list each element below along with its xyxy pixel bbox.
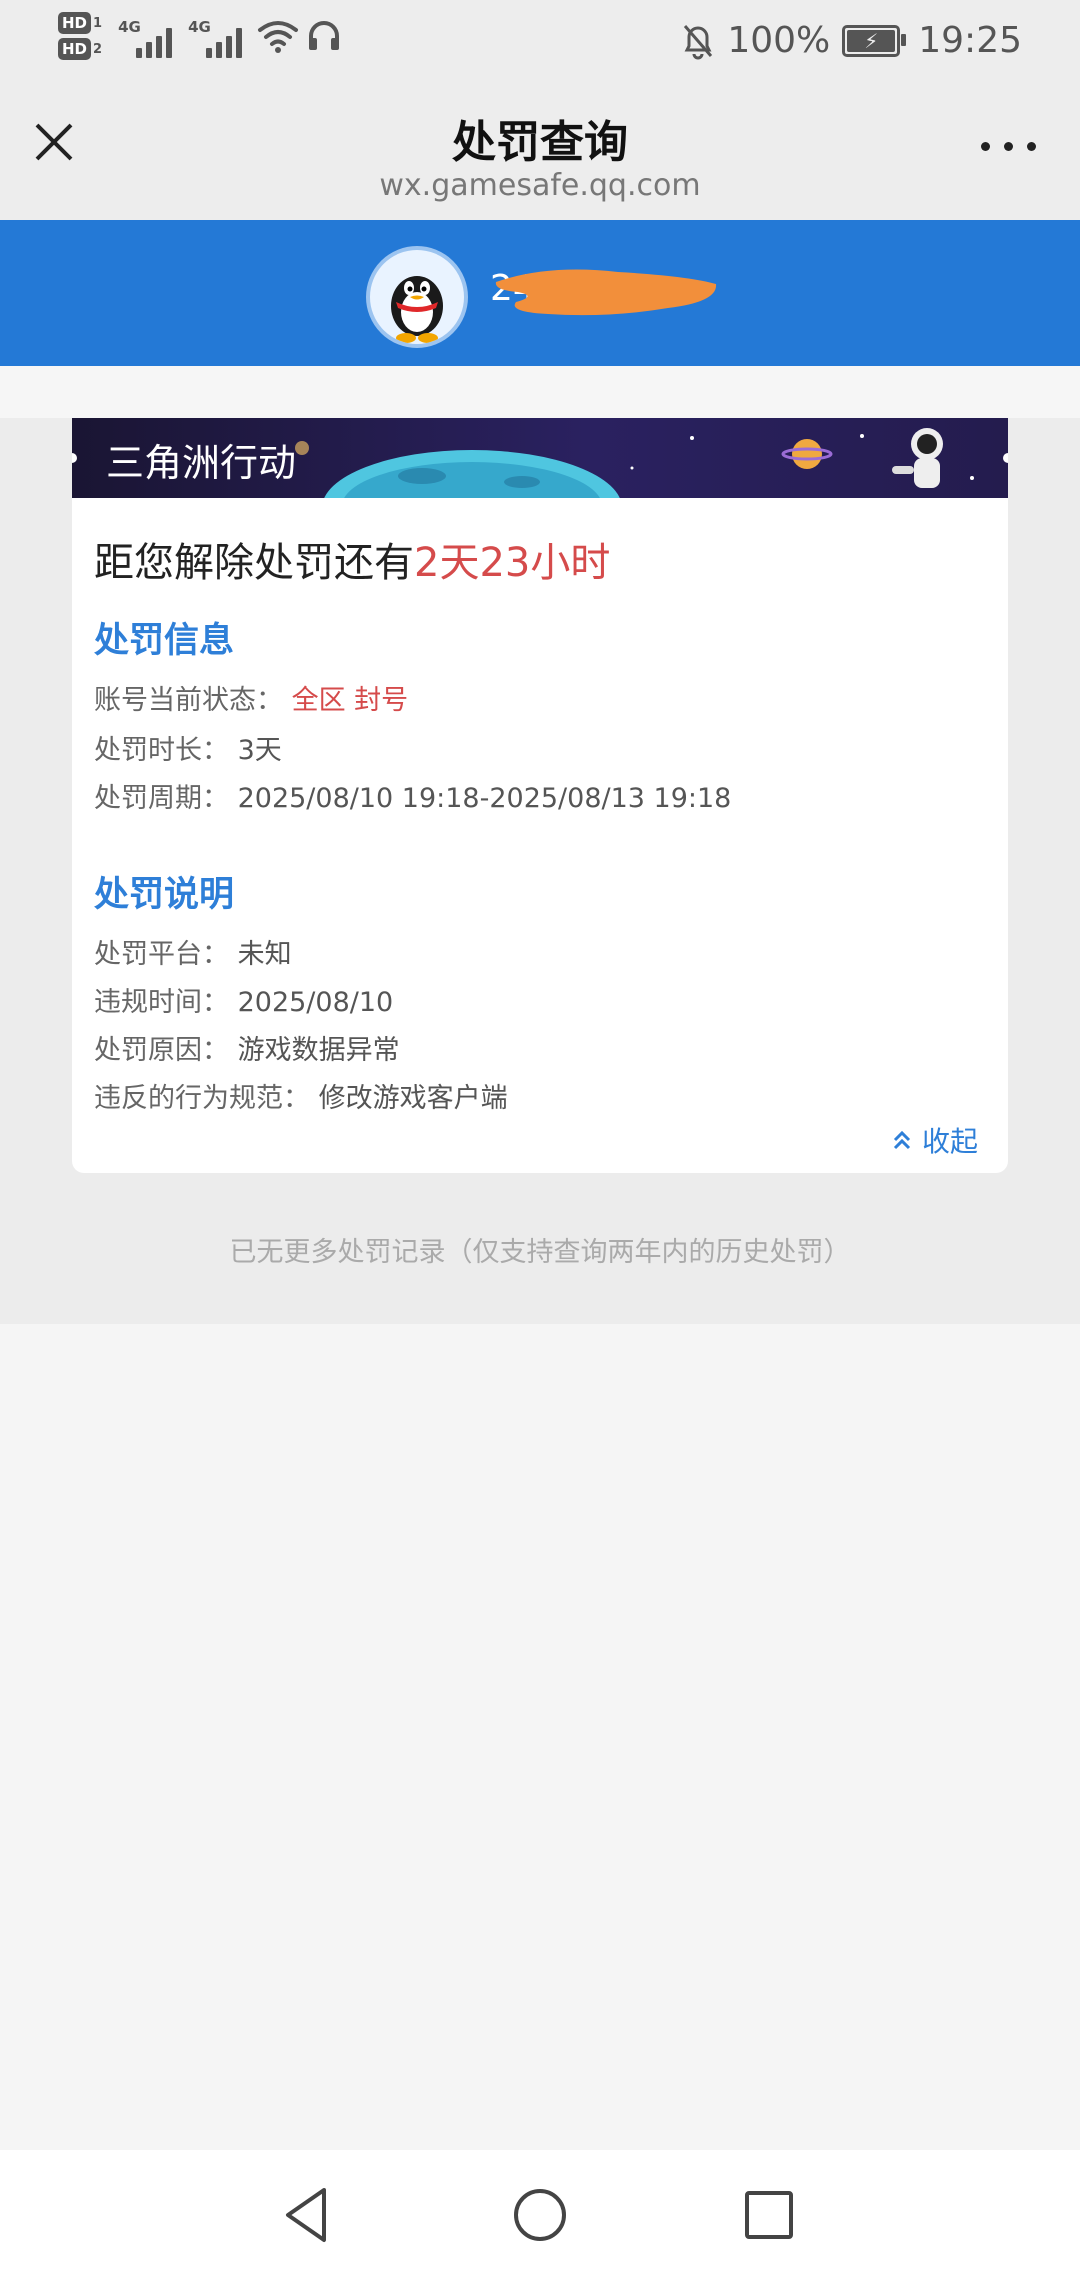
back-triangle-icon <box>286 2188 326 2242</box>
violation-time-label: 违规时间： <box>94 987 229 1018</box>
violation-time-row: 违规时间： 2025/08/10 <box>94 980 393 1019</box>
sim1-indicator: HD 1 <box>58 12 102 34</box>
page-title: 处罚查询 <box>452 117 628 168</box>
game-name: 三角洲行动 <box>106 441 297 485</box>
home-button[interactable] <box>505 2180 575 2250</box>
reason-label: 处罚原因： <box>94 1035 229 1066</box>
page-url: wx.gamesafe.qq.com <box>379 168 701 203</box>
rule-row: 违反的行为规范： 修改游戏客户端 <box>94 1076 508 1115</box>
period-row: 处罚周期： 2025/08/10 19:18-2025/08/13 19:18 <box>94 776 731 815</box>
home-circle-icon <box>514 2189 566 2241</box>
more-options-button[interactable] <box>981 142 1036 151</box>
violation-time-value: 2025/08/10 <box>237 987 394 1018</box>
sim2-label: HD <box>58 38 92 60</box>
account-header: 24362 <box>0 220 1080 366</box>
recents-square-icon <box>745 2191 793 2239</box>
reason-value: 游戏数据异常 <box>237 1035 400 1066</box>
rule-value: 修改游戏客户端 <box>318 1083 508 1114</box>
platform-value: 未知 <box>237 939 292 970</box>
sim2-num: 2 <box>93 41 103 57</box>
network-type-2: 4G <box>188 18 211 36</box>
redaction-mark <box>495 269 717 316</box>
wifi-icon <box>258 21 299 53</box>
recents-button[interactable] <box>734 2180 804 2250</box>
sim1-label: HD <box>58 12 92 34</box>
period-value: 2025/08/10 19:18-2025/08/13 19:18 <box>237 783 732 814</box>
network-type-1: 4G <box>118 18 141 36</box>
platform-row: 处罚平台： 未知 <box>94 932 292 971</box>
duration-value: 3天 <box>237 735 282 766</box>
game-banner: 三角洲行动 <box>72 418 1008 498</box>
title-bar: 处罚查询 wx.gamesafe.qq.com <box>0 92 1080 220</box>
back-button[interactable] <box>274 2180 344 2250</box>
section-title-desc: 处罚说明 <box>94 875 235 915</box>
sim2-indicator: HD 2 <box>58 38 102 60</box>
system-nav-bar <box>0 2150 1080 2280</box>
reason-row: 处罚原因： 游戏数据异常 <box>94 1028 400 1067</box>
no-more-records-note: 已无更多处罚记录（仅支持查询两年内的历史处罚） <box>229 1237 851 1268</box>
punishment-card: 三角洲行动 距您解除处罚还有2天23小时 处罚信息 账号当前状态： 全区 封号 … <box>72 418 1008 1173</box>
clock: 19:25 <box>918 20 1022 61</box>
status-row: 账号当前状态： 全区 封号 <box>94 678 408 717</box>
bell-off-icon <box>684 24 713 59</box>
signal-icon: 4G <box>118 14 173 58</box>
spacer <box>0 366 1080 418</box>
countdown-value: 2天23小时 <box>414 540 611 586</box>
sim1-num: 1 <box>93 15 103 31</box>
avatar <box>366 246 468 348</box>
double-chevron-up-icon <box>893 1130 911 1150</box>
countdown-prefix: 距您解除处罚还有 <box>94 540 414 586</box>
qq-penguin-icon <box>391 276 443 343</box>
duration-row: 处罚时长： 3天 <box>94 728 282 767</box>
platform-label: 处罚平台： <box>94 939 229 970</box>
section-title-info: 处罚信息 <box>94 621 235 661</box>
battery-percent: 100% <box>727 20 831 61</box>
more-dot-icon <box>1027 142 1036 151</box>
status-value: 全区 封号 <box>291 685 409 716</box>
collapse-label: 收起 <box>921 1125 978 1158</box>
countdown-text: 距您解除处罚还有2天23小时 <box>94 530 610 588</box>
signal-icon-2: 4G <box>188 14 243 58</box>
headphones-icon <box>309 21 340 50</box>
battery-icon: ⚡ <box>842 24 907 57</box>
status-bar: HD 1 HD 2 4G 4G 100% ⚡ 19:25 <box>0 0 1080 92</box>
more-dot-icon <box>1004 142 1013 151</box>
period-label: 处罚周期： <box>94 783 229 814</box>
status-label: 账号当前状态： <box>94 685 283 716</box>
collapse-button[interactable]: 收起 <box>892 1120 978 1160</box>
duration-label: 处罚时长： <box>94 735 229 766</box>
more-dot-icon <box>981 142 990 151</box>
rule-label: 违反的行为规范： <box>94 1083 310 1114</box>
